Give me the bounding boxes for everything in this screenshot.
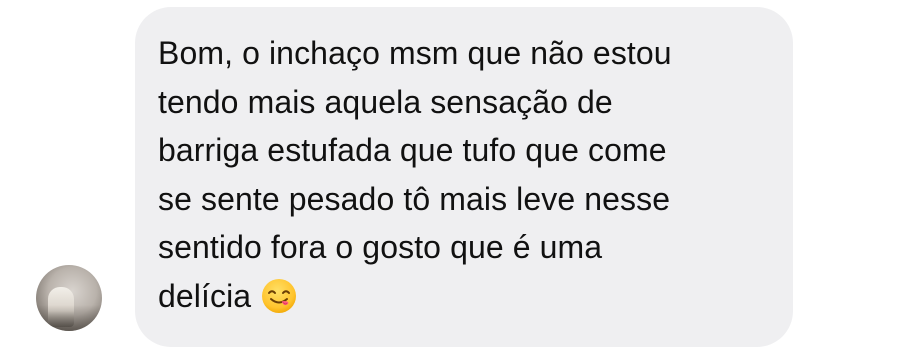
message-line: Bom, o inchaço msm que não estou xyxy=(158,35,672,71)
message-text: Bom, o inchaço msm que não estou tendo m… xyxy=(158,29,778,328)
message-last-line: delícia xyxy=(158,272,778,328)
message-line: barriga estufada que tufo que come xyxy=(158,132,667,169)
message-line: tendo mais aquela sensação de xyxy=(158,83,613,120)
avatar[interactable] xyxy=(36,265,102,331)
face-savoring-food-icon xyxy=(261,278,297,328)
message-line: se sente pesado tô mais leve nesse xyxy=(158,180,671,217)
avatar-photo-shade xyxy=(36,305,102,331)
message-line: delícia xyxy=(158,277,252,314)
message-line: sentido fora o gosto que é uma xyxy=(158,229,603,266)
chat-thread: Bom, o inchaço msm que não estou tendo m… xyxy=(0,0,900,347)
